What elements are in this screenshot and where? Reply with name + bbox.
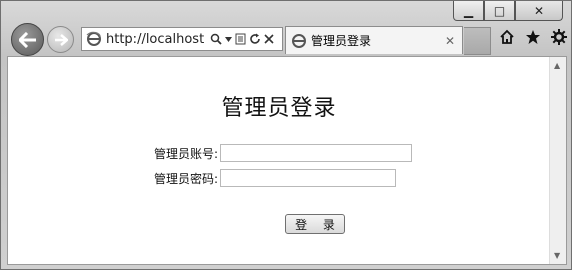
compatibility-view-icon[interactable] bbox=[235, 33, 246, 45]
scroll-down-arrow-icon[interactable]: ▼ bbox=[554, 251, 560, 260]
tab-title: 管理员登录 bbox=[311, 34, 372, 48]
refresh-icon[interactable] bbox=[249, 33, 261, 45]
url-text[interactable]: http://localhost bbox=[106, 32, 204, 47]
forward-button[interactable] bbox=[47, 26, 74, 53]
page-title: 管理员登录 bbox=[221, 96, 337, 121]
tab-close-icon[interactable]: ✕ bbox=[445, 34, 455, 48]
page-content: 管理员登录 管理员账号: 管理员密码: 登 录 ▲ ▼ bbox=[7, 56, 567, 265]
browser-window: ▁ □ ✕ http://localhost 管理员登录 ✕ 管理员登录 管理员 bbox=[0, 0, 572, 270]
close-icon: ✕ bbox=[533, 3, 545, 18]
address-bar[interactable]: http://localhost bbox=[81, 27, 283, 51]
password-row: 管理员密码: bbox=[138, 169, 396, 187]
ie-logo-icon bbox=[86, 31, 101, 46]
home-icon[interactable] bbox=[499, 29, 515, 45]
ie-logo-icon bbox=[292, 33, 306, 48]
maximize-icon: □ bbox=[493, 3, 506, 18]
new-tab-button[interactable] bbox=[464, 27, 491, 55]
tab-active[interactable]: 管理员登录 ✕ bbox=[285, 26, 463, 54]
gear-icon[interactable] bbox=[551, 29, 567, 45]
password-label: 管理员密码: bbox=[153, 171, 218, 186]
account-label: 管理员账号: bbox=[153, 146, 218, 161]
account-row: 管理员账号: bbox=[138, 144, 412, 162]
stop-icon[interactable] bbox=[264, 34, 274, 44]
close-window-button[interactable]: ✕ bbox=[515, 1, 563, 21]
window-controls: ▁ □ ✕ bbox=[453, 1, 563, 22]
vertical-scrollbar[interactable]: ▲ ▼ bbox=[549, 57, 566, 264]
scroll-up-arrow-icon[interactable]: ▲ bbox=[554, 61, 560, 70]
dropdown-arrow-icon[interactable] bbox=[225, 36, 233, 42]
maximize-button[interactable]: □ bbox=[484, 1, 515, 21]
search-icon[interactable] bbox=[210, 33, 222, 45]
password-input[interactable] bbox=[220, 169, 396, 187]
account-input[interactable] bbox=[220, 144, 412, 162]
forward-arrow-icon bbox=[54, 33, 68, 46]
star-icon[interactable] bbox=[525, 29, 541, 45]
back-arrow-icon bbox=[18, 31, 36, 48]
minimize-button[interactable]: ▁ bbox=[453, 1, 484, 21]
minimize-icon: ▁ bbox=[463, 3, 474, 18]
login-button[interactable]: 登 录 bbox=[285, 214, 345, 234]
back-button[interactable] bbox=[11, 23, 44, 56]
